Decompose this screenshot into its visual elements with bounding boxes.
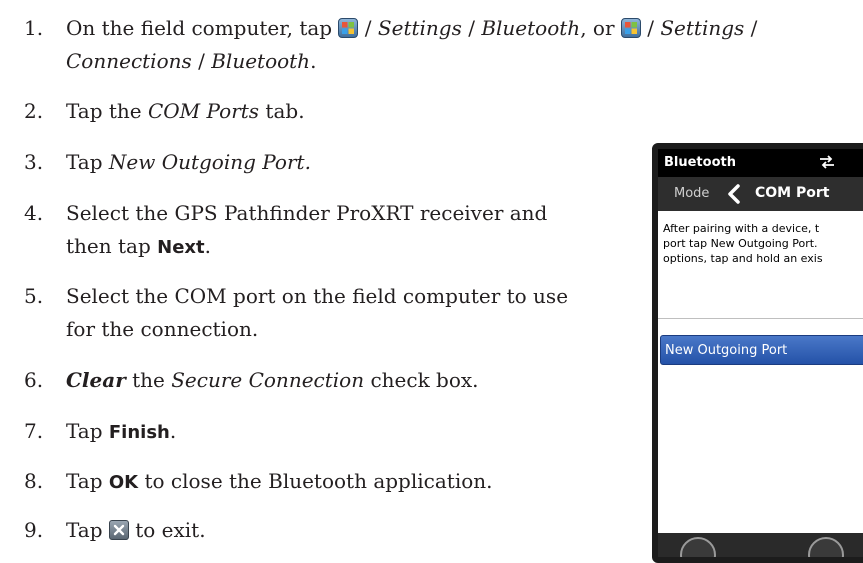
title-bar: Bluetooth	[658, 149, 863, 177]
chevron-left-icon[interactable]	[726, 183, 742, 209]
app-title: Bluetooth	[664, 155, 736, 170]
device-screenshot: Bluetooth Mode COM Port After pairing wi…	[652, 143, 863, 563]
com-ports-panel: After pairing with a device, t port tap …	[658, 211, 863, 557]
step-text: On the field computer, tap / Settings / …	[66, 16, 758, 40]
softkey-bar	[658, 533, 863, 557]
step-number: 1.	[24, 16, 44, 40]
port-list: New Outgoing Port	[658, 318, 863, 533]
help-text: After pairing with a device, t port tap …	[663, 222, 823, 265]
tab-mode[interactable]: Mode	[674, 186, 709, 201]
tab-com-ports[interactable]: COM Port	[755, 185, 829, 201]
softkey-right-button[interactable]	[808, 537, 844, 557]
windows-start-icon	[620, 18, 641, 38]
close-x-icon	[108, 520, 129, 540]
softkey-left-button[interactable]	[680, 537, 716, 557]
connectivity-icon	[818, 154, 836, 174]
new-outgoing-port-item[interactable]: New Outgoing Port	[660, 335, 863, 365]
windows-start-icon	[338, 18, 359, 38]
tab-bar: Mode COM Port	[658, 177, 863, 211]
